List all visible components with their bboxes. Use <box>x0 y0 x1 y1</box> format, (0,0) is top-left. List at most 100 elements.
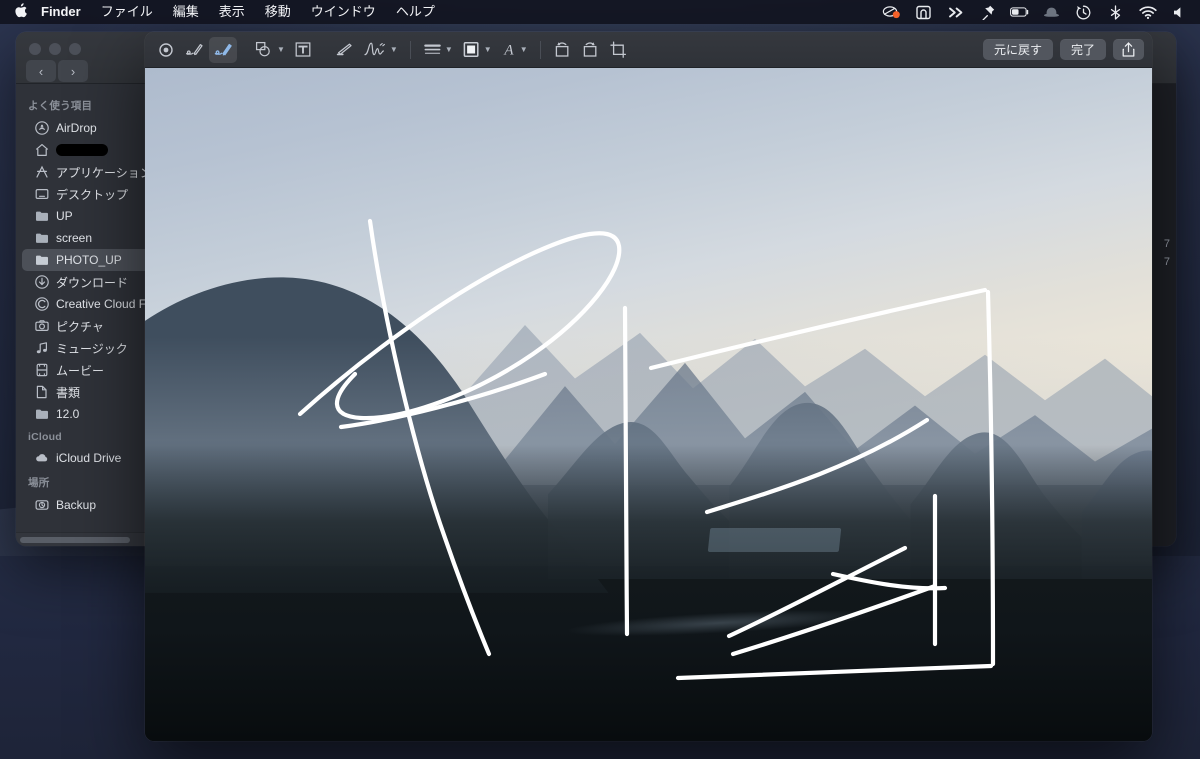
sketch-pencil-icon <box>185 43 203 55</box>
nav-forward-button[interactable]: › <box>58 60 88 82</box>
menu-item-help[interactable]: ヘルプ <box>386 0 445 24</box>
quicklook-markup-window[interactable]: ▼ ▼ ▼ ▼ A ▼ 元に戻す 完了 <box>145 32 1152 741</box>
toolbar-separator <box>539 40 541 59</box>
chevron-down-icon: ▼ <box>519 44 528 54</box>
menu-bar-status-area <box>882 4 1200 21</box>
sidebar-item-label: Backup <box>56 498 97 512</box>
sidebar-item-label-redacted <box>56 144 108 156</box>
minimize-button[interactable] <box>49 43 61 55</box>
border-color-tool-button[interactable]: ▼ <box>458 37 496 63</box>
menu-app-name[interactable]: Finder <box>39 0 91 24</box>
volume-icon[interactable] <box>1170 4 1189 21</box>
sidebar-item-label: ダウンロード <box>56 275 129 290</box>
shape-style-tool-button[interactable]: ▼ <box>419 37 457 63</box>
app-window-icon[interactable] <box>914 4 933 21</box>
sidebar-item-label: デスクトップ <box>56 187 129 202</box>
downloads-icon <box>34 275 49 290</box>
dark-foreground <box>145 444 1152 741</box>
crop-icon <box>609 41 626 58</box>
menu-item-view[interactable]: 表示 <box>209 0 255 24</box>
sidebar-item-label: iCloud Drive <box>56 451 122 465</box>
sidebar-item-label: 12.0 <box>56 407 80 421</box>
menu-item-go[interactable]: 移動 <box>255 0 301 24</box>
text-box-icon <box>295 42 311 57</box>
chevron-down-icon: ▼ <box>277 44 285 54</box>
sidebar-item-label: Creative Cloud Fi <box>56 297 149 311</box>
bowler-hat-icon[interactable] <box>1042 4 1061 21</box>
scrollbar-thumb[interactable] <box>20 537 130 543</box>
apple-logo-icon[interactable] <box>0 3 39 21</box>
text-tool-button[interactable] <box>290 37 316 63</box>
chevron-down-icon: ▼ <box>389 44 398 54</box>
text-style-tool-button[interactable]: A ▼ <box>497 37 532 63</box>
airdrop-icon <box>34 121 49 136</box>
double-chevron-right-icon[interactable] <box>946 4 965 21</box>
menu-item-file[interactable]: ファイル <box>91 0 163 24</box>
creative-cloud-icon <box>34 297 49 312</box>
sidebar-item-label: ミュージック <box>56 341 128 356</box>
highlighter-icon <box>336 43 352 56</box>
wifi-icon[interactable] <box>1138 4 1157 21</box>
folder-icon <box>34 231 49 246</box>
music-icon <box>34 341 49 356</box>
filled-square-icon <box>463 42 479 57</box>
letter-a-icon: A <box>503 42 514 58</box>
markup-toolbar: ▼ ▼ ▼ ▼ A ▼ 元に戻す 完了 <box>145 32 1152 68</box>
rotate-left-icon <box>555 42 569 57</box>
shapes-icon <box>255 41 270 57</box>
sidebar-item-label: UP <box>56 209 73 223</box>
signature-tool-button[interactable]: ▼ <box>359 37 402 63</box>
svg-text:A: A <box>503 42 514 58</box>
sidebar-item-label: screen <box>56 231 93 245</box>
applications-icon <box>34 165 49 180</box>
menu-item-edit[interactable]: 編集 <box>163 0 209 24</box>
time-machine-clock-icon[interactable] <box>1074 4 1093 21</box>
navigation-buttons: ‹ › <box>26 60 88 82</box>
image-preview-area[interactable] <box>145 68 1152 741</box>
menu-bar-left: Finder ファイル 編集 表示 移動 ウインドウ ヘルプ <box>0 0 445 24</box>
rotate-left-tool-button[interactable] <box>549 37 576 63</box>
nav-back-button[interactable]: ‹ <box>26 60 56 82</box>
shapes-tool-button[interactable]: ▼ <box>251 37 289 63</box>
bluetooth-icon[interactable] <box>1106 4 1125 21</box>
undo-button[interactable]: 元に戻す <box>982 39 1053 60</box>
close-button[interactable] <box>29 43 41 55</box>
pin-icon[interactable] <box>978 4 997 21</box>
icloud-icon <box>34 451 49 466</box>
draw-tool-button[interactable] <box>209 36 237 63</box>
pictures-icon <box>34 319 49 334</box>
folder-icon <box>34 253 49 268</box>
movies-icon <box>34 363 49 378</box>
riverside-buildings <box>707 528 842 553</box>
home-icon <box>34 143 49 158</box>
highlight-tool-button[interactable] <box>330 37 358 63</box>
rotate-right-tool-button[interactable] <box>577 37 604 63</box>
sidebar-item-label: AirDrop <box>56 121 97 135</box>
sidebar-item-label: アプリケーション <box>56 165 152 180</box>
sidebar-item-label: ピクチャ <box>56 319 104 334</box>
target-dot-icon <box>159 42 173 57</box>
sketch-tool-button[interactable] <box>180 37 208 63</box>
landscape-photo <box>145 68 1152 741</box>
signature-icon <box>364 42 385 56</box>
obscured-column-text: 7 <box>1163 238 1170 250</box>
hard-drive-icon <box>34 498 49 513</box>
sidebar-item-label: ムービー <box>56 363 105 378</box>
chevron-down-icon: ▼ <box>483 44 492 54</box>
markup-action-buttons: 元に戻す 完了 <box>982 39 1146 60</box>
cloud-sync-icon[interactable] <box>882 4 901 21</box>
instant-alpha-tool-button[interactable] <box>153 37 179 63</box>
battery-icon[interactable] <box>1010 4 1029 21</box>
toolbar-separator <box>409 40 411 59</box>
folder-icon <box>34 209 49 224</box>
crop-tool-button[interactable] <box>605 37 632 63</box>
documents-icon <box>34 385 49 400</box>
zoom-button[interactable] <box>69 43 81 55</box>
sidebar-item-label: 書類 <box>56 385 81 400</box>
menu-bar: Finder ファイル 編集 表示 移動 ウインドウ ヘルプ <box>0 0 1200 24</box>
share-button[interactable] <box>1113 39 1144 60</box>
done-button[interactable]: 完了 <box>1059 39 1106 60</box>
chevron-down-icon: ▼ <box>444 44 453 54</box>
menu-item-window[interactable]: ウインドウ <box>301 0 386 24</box>
folder-icon <box>34 407 49 422</box>
